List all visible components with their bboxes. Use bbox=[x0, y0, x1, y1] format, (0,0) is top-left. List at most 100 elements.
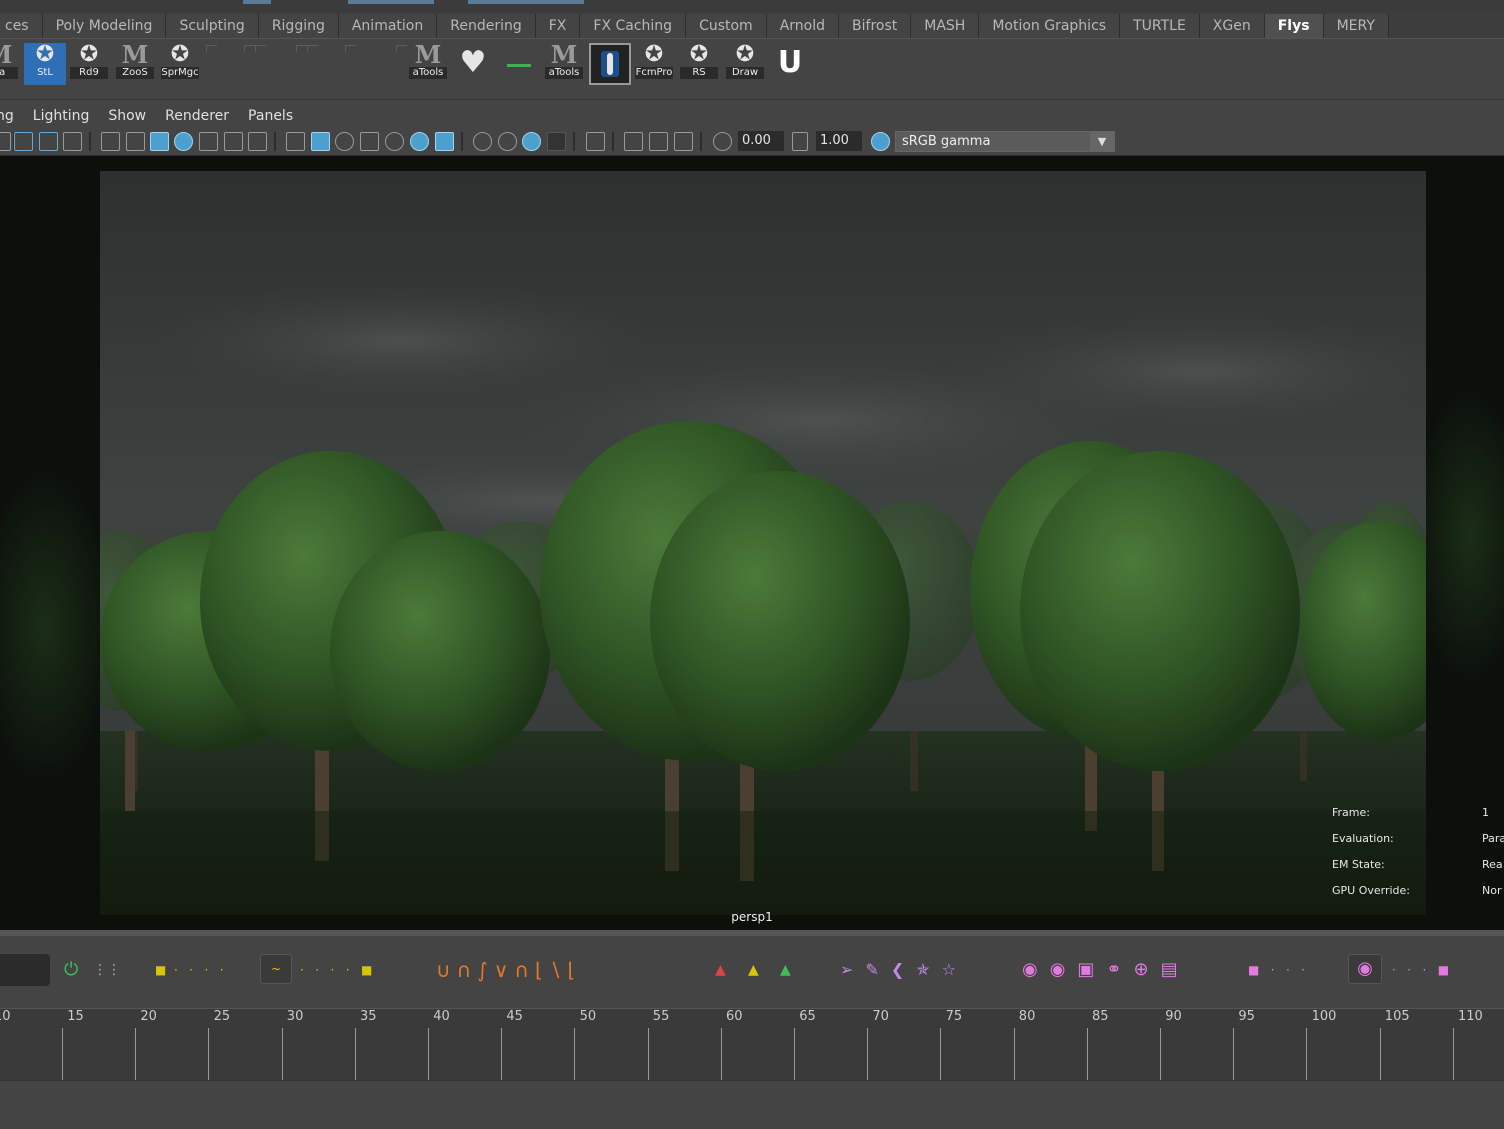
shelf-tab-arnold[interactable]: Arnold bbox=[766, 14, 840, 38]
gamma-field[interactable]: 1.00 bbox=[816, 131, 862, 151]
python-icon: ✪ bbox=[735, 42, 755, 67]
xray-joints-icon[interactable] bbox=[649, 132, 668, 151]
u-shelf-button[interactable]: U bbox=[769, 43, 811, 85]
bookmark-icon[interactable] bbox=[39, 132, 58, 151]
power-icon[interactable]: ⏻ bbox=[64, 960, 78, 980]
shelf-tab-custom[interactable]: Custom bbox=[686, 14, 767, 38]
hud-value: Para bbox=[1482, 832, 1504, 845]
camera-icon[interactable] bbox=[0, 132, 11, 151]
stl-shelf-button[interactable]: ✪ StL bbox=[24, 43, 66, 85]
isolate-select-icon[interactable] bbox=[586, 132, 605, 151]
red-key-icon[interactable]: ▲ bbox=[715, 960, 726, 980]
viewport[interactable]: persp1 Frame: 1 Evaluation: Para EM Stat… bbox=[0, 156, 1504, 930]
panel-menu-panels[interactable]: Panels bbox=[248, 108, 293, 124]
wireframe-on-shaded-icon[interactable] bbox=[360, 132, 379, 151]
timeline-tick bbox=[647, 1028, 649, 1080]
render-view-gate bbox=[100, 171, 1426, 915]
tangent-curves-icon[interactable]: ∪∩∫∨∩⌊∖⌊ bbox=[436, 960, 581, 980]
atools-2-shelf-button[interactable]: M aTools bbox=[543, 43, 585, 85]
time-field[interactable] bbox=[0, 954, 50, 986]
camera-attributes-icon[interactable] bbox=[14, 132, 33, 151]
shelf-tab-ces[interactable]: ces bbox=[0, 14, 43, 38]
shelf-tab-motion-graphics[interactable]: Motion Graphics bbox=[979, 14, 1121, 38]
key-selected-icon[interactable]: ~ bbox=[260, 954, 292, 984]
hud-label: GPU Override: bbox=[1332, 884, 1411, 897]
green-key-icon[interactable]: ▲ bbox=[780, 960, 791, 980]
shelf-tab-animation[interactable]: Animation bbox=[338, 14, 438, 38]
image-plane-icon[interactable] bbox=[63, 132, 82, 151]
da-shelf-button[interactable]: M da bbox=[0, 43, 20, 85]
shelf-tab-xgen[interactable]: XGen bbox=[1199, 14, 1265, 38]
shelf-tab-fx[interactable]: FX bbox=[535, 14, 581, 38]
key-tangent-icon[interactable]: · · · · ■ bbox=[300, 960, 372, 980]
panel-menu-renderer[interactable]: Renderer bbox=[165, 108, 229, 124]
shelf-tab-rendering[interactable]: Rendering bbox=[437, 14, 536, 38]
gamma-icon[interactable] bbox=[792, 132, 808, 151]
timeline-tick-label: 50 bbox=[579, 1009, 597, 1024]
safe-title-icon[interactable] bbox=[248, 132, 267, 151]
xray-components-icon[interactable] bbox=[674, 132, 693, 151]
shelf-tab-mery[interactable]: MERY bbox=[1323, 14, 1389, 38]
key-tangent-icon[interactable]: ■ · · · · bbox=[155, 960, 224, 980]
heart-shelf-button[interactable]: ♥ bbox=[452, 43, 494, 85]
panel-menu-show[interactable]: Show bbox=[108, 108, 146, 124]
anti-aliasing-icon[interactable] bbox=[522, 132, 541, 151]
pink-keys-icon[interactable]: ■ · · · bbox=[1248, 960, 1305, 980]
pink-tools-icon[interactable]: ◉◉▣⚭⊕▤ bbox=[1022, 960, 1190, 980]
color-management-icon[interactable] bbox=[871, 132, 890, 151]
toolbar-separator bbox=[274, 132, 276, 151]
shelf-tab-bar: ces Poly Modeling Sculpting Rigging Animatio… bbox=[0, 12, 1504, 38]
screen-space-ao-icon[interactable] bbox=[473, 132, 492, 151]
panel-menu-ng[interactable]: ng bbox=[0, 108, 14, 124]
lights-icon[interactable] bbox=[410, 132, 429, 151]
timeline-tick bbox=[135, 1028, 137, 1080]
film-gate-icon[interactable] bbox=[126, 132, 145, 151]
pink-keys-icon[interactable]: · · · ■ bbox=[1392, 960, 1449, 980]
fcmpro-shelf-button[interactable]: ✪ FcmPro bbox=[633, 43, 675, 85]
grid-dots-icon[interactable]: ⋮⋮ bbox=[93, 960, 121, 980]
yellow-key-icon[interactable]: ▲ bbox=[748, 960, 759, 980]
color-space-dropdown[interactable]: sRGB gamma ▼ bbox=[895, 131, 1115, 152]
shelf-tab-turtle[interactable]: TURTLE bbox=[1120, 14, 1200, 38]
smooth-shade-icon[interactable] bbox=[311, 132, 330, 151]
panel-menu-lighting[interactable]: Lighting bbox=[33, 108, 90, 124]
rs-shelf-button[interactable]: ✪ RS bbox=[678, 43, 720, 85]
motion-blur-icon[interactable] bbox=[498, 132, 517, 151]
shelf-tab-flys[interactable]: Flys bbox=[1264, 14, 1324, 38]
wireframe-icon[interactable] bbox=[286, 132, 305, 151]
pose-tools-icon[interactable]: ➢✎❮✯☆ bbox=[840, 960, 968, 980]
hud-row: EM State: Rea bbox=[1332, 858, 1504, 884]
xray-icon[interactable] bbox=[624, 132, 643, 151]
shadows-icon[interactable] bbox=[435, 132, 454, 151]
timeline-tick-label: 45 bbox=[506, 1009, 523, 1024]
shelf-tab-bifrost[interactable]: Bifrost bbox=[839, 14, 912, 38]
zoos-shelf-button[interactable]: M ZooS bbox=[114, 43, 156, 85]
gate-mask-icon[interactable] bbox=[174, 132, 193, 151]
field-chart-icon[interactable] bbox=[199, 132, 218, 151]
exposure-field[interactable]: 0.00 bbox=[738, 131, 784, 151]
textured-icon[interactable] bbox=[385, 132, 404, 151]
timeline-tick-label: 70 bbox=[872, 1009, 889, 1024]
hud-overlay: Frame: 1 Evaluation: Para EM State: Rea … bbox=[1332, 806, 1504, 910]
shelf-tab-sculpting[interactable]: Sculpting bbox=[166, 14, 259, 38]
sprmgc-shelf-button[interactable]: ✪ SprMgc bbox=[159, 43, 201, 85]
rd9-shelf-button[interactable]: ✪ Rd9 bbox=[68, 43, 110, 85]
timeline[interactable]: 10 15 20 25 30 35 40 45 50 55 60 65 70 75 80 85 90 95 100 1… bbox=[0, 1008, 1504, 1081]
shelf-tab-rigging[interactable]: Rigging bbox=[258, 14, 339, 38]
safe-action-icon[interactable] bbox=[224, 132, 243, 151]
pink-selected-icon[interactable]: ◉ bbox=[1348, 954, 1382, 984]
silhouette-shelf-button[interactable] bbox=[589, 43, 631, 85]
depth-of-field-icon[interactable] bbox=[547, 132, 566, 151]
empty-shelf-slot bbox=[244, 45, 255, 52]
default-material-icon[interactable] bbox=[335, 132, 354, 151]
shelf-tab-mash[interactable]: MASH bbox=[911, 14, 980, 38]
atools-shelf-button[interactable]: M aTools bbox=[407, 43, 449, 85]
resolution-gate-icon[interactable] bbox=[150, 132, 169, 151]
line-shelf-button[interactable] bbox=[497, 43, 539, 85]
grid-icon[interactable] bbox=[101, 132, 120, 151]
draw-shelf-button[interactable]: ✪ Draw bbox=[724, 43, 766, 85]
exposure-icon[interactable] bbox=[713, 132, 732, 151]
shelf-tab-fx-caching[interactable]: FX Caching bbox=[580, 14, 687, 38]
shelf-tab-poly-modeling[interactable]: Poly Modeling bbox=[42, 14, 167, 38]
range-slider-bar[interactable] bbox=[0, 1080, 1504, 1129]
